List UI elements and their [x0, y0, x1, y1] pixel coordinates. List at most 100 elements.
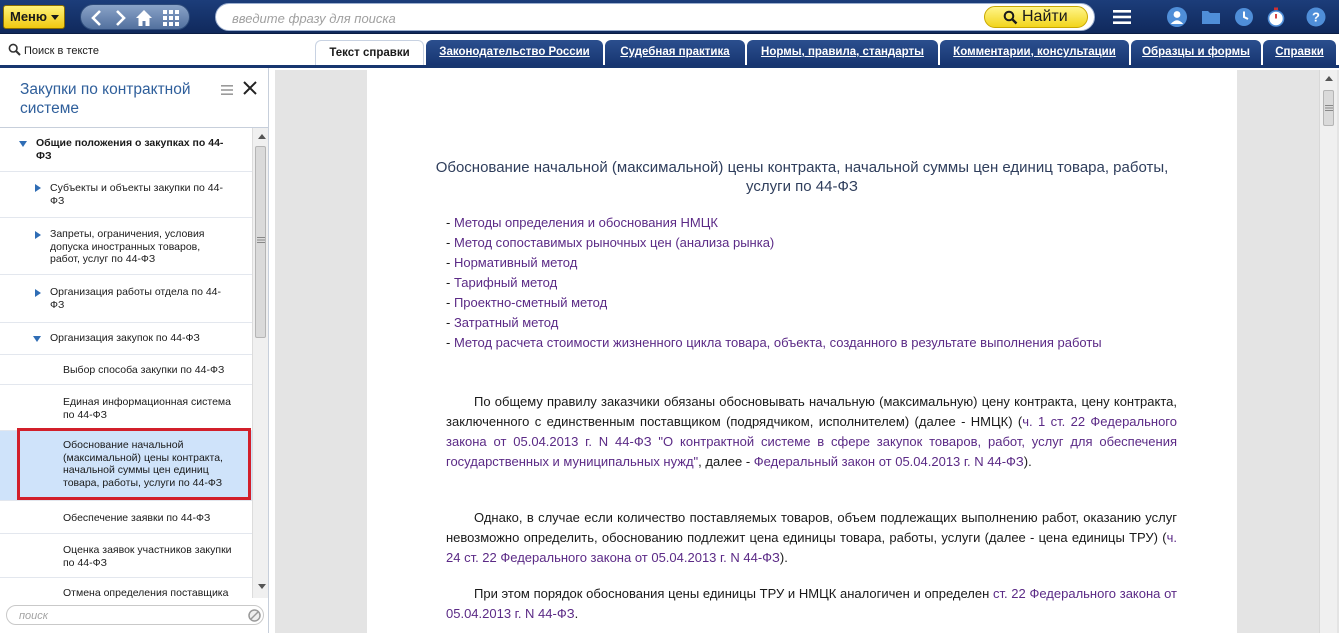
list-item: - Метод сопоставимых рыночных цен (анали… — [446, 235, 775, 250]
document-title: Обоснование начальной (максимальной) цен… — [435, 159, 1169, 195]
sidebar-item-bid-evaluation[interactable]: Оценка заявок участников закупки по 44-Ф… — [0, 534, 252, 578]
home-icon[interactable] — [134, 8, 154, 28]
history-clock-icon[interactable] — [1233, 6, 1255, 28]
document-link[interactable]: Метод сопоставимых рыночных цен (анализа… — [454, 235, 774, 250]
list-item: - Проектно-сметный метод — [446, 295, 608, 310]
document-link[interactable]: Проектно-сметный метод — [454, 295, 607, 310]
find-button[interactable]: Найти — [984, 6, 1088, 28]
expanded-triangle-icon[interactable] — [33, 336, 41, 342]
search-box — [215, 3, 1095, 31]
sidebar-filter-box — [6, 605, 264, 625]
help-icon[interactable]: ? — [1305, 6, 1327, 28]
scroll-up-icon[interactable] — [258, 134, 266, 139]
document-link[interactable]: Методы определения и обоснования НМЦК — [454, 215, 718, 230]
forward-arrow-icon[interactable] — [110, 8, 130, 28]
tab-label: Комментарии, консультации — [953, 46, 1116, 58]
top-toolbar: Меню Найти — [0, 0, 1339, 34]
sidebar-tree: Общие положения о закупках по 44-ФЗ Субъ… — [0, 128, 252, 633]
tab-court-practice[interactable]: Судебная практика — [605, 40, 745, 66]
sidebar-item-label: Оценка заявок участников закупки по 44-Ф… — [63, 544, 232, 569]
sidebar-item-supplier-cancellation[interactable]: Отмена определения поставщика — [0, 578, 252, 608]
sidebar-item-label: Общие положения о закупках по 44-ФЗ — [36, 137, 224, 162]
sidebar: Закупки по контрактной системе Общие пол… — [0, 68, 269, 633]
sidebar-item-label: Обеспечение заявки по 44-ФЗ — [63, 512, 211, 524]
tab-label: Судебная практика — [620, 46, 730, 58]
tab-bar: Поиск в тексте Текст справки Законодател… — [0, 34, 1339, 66]
list-item: - Затратный метод — [446, 315, 559, 330]
tab-label: Текст справки — [329, 47, 410, 59]
expanded-triangle-icon[interactable] — [19, 141, 27, 147]
magnifier-icon — [8, 43, 21, 56]
grip-icon — [257, 237, 265, 243]
document-scrollbar[interactable] — [1319, 70, 1337, 633]
document-method-list: - Методы определения и обоснования НМЦК … — [446, 213, 1177, 353]
folder-icon[interactable] — [1200, 6, 1222, 28]
sidebar-item-bid-security[interactable]: Обеспечение заявки по 44-ФЗ — [0, 501, 252, 534]
sidebar-item-general-provisions[interactable]: Общие положения о закупках по 44-ФЗ — [0, 128, 252, 172]
document-paragraph: По общему правилу заказчики обязаны обос… — [446, 394, 1177, 469]
tab-samples-forms[interactable]: Образцы и формы — [1131, 40, 1261, 66]
clear-search-icon[interactable] — [248, 609, 261, 622]
hamburger-menu-icon[interactable] — [1111, 6, 1133, 28]
sidebar-item-label: Отмена определения поставщика — [63, 587, 229, 599]
sidebar-scrollbar[interactable] — [252, 128, 268, 598]
sidebar-item-label: Организация работы отдела по 44-ФЗ — [50, 286, 222, 311]
document-link[interactable]: Федеральный закон от 05.04.2013 г. N 44-… — [754, 454, 1024, 469]
document-area: Обоснование начальной (максимальной) цен… — [275, 70, 1339, 633]
scroll-up-icon[interactable] — [1325, 76, 1333, 81]
tab-comments-consultations[interactable]: Комментарии, консультации — [940, 40, 1129, 66]
document-page: Обоснование начальной (максимальной) цен… — [367, 70, 1237, 633]
sidebar-filter-input[interactable] — [19, 608, 219, 623]
tab-norms-standards[interactable]: Нормы, правила, стандарты — [747, 40, 938, 66]
sidebar-title: Закупки по контрактной системе — [20, 81, 191, 117]
list-menu-icon[interactable] — [221, 84, 233, 96]
tab-references[interactable]: Справки — [1263, 40, 1336, 66]
navigation-group — [80, 4, 190, 30]
magnifier-icon — [1003, 10, 1018, 25]
tab-help-text[interactable]: Текст справки — [315, 40, 424, 66]
collapsed-triangle-icon[interactable] — [35, 289, 41, 297]
sidebar-item-label: Выбор способа закупки по 44-ФЗ — [63, 364, 225, 376]
list-item: - Метод расчета стоимости жизненного цик… — [446, 335, 1102, 350]
list-item: - Тарифный метод — [446, 275, 558, 290]
document-paragraph: Однако, в случае если количество поставл… — [446, 510, 1177, 565]
search-in-text-link[interactable]: Поиск в тексте — [8, 43, 99, 57]
document-link[interactable]: Затратный метод — [454, 315, 558, 330]
sidebar-item-bans-restrictions[interactable]: Запреты, ограничения, условия допуска ин… — [0, 218, 252, 275]
tab-russian-legislation[interactable]: Законодательство России — [426, 40, 603, 66]
caret-down-icon — [51, 15, 59, 20]
stopwatch-icon[interactable] — [1265, 6, 1287, 28]
tab-label: Законодательство России — [439, 46, 590, 58]
search-input[interactable] — [232, 9, 972, 27]
menu-button-label: Меню — [10, 9, 48, 24]
grid-icon[interactable] — [161, 8, 181, 28]
highlight-frame — [17, 428, 251, 500]
list-item: - Нормативный метод — [446, 255, 578, 270]
back-arrow-icon[interactable] — [87, 8, 107, 28]
sidebar-item-label: Субъекты и объекты закупки по 44-ФЗ — [50, 182, 223, 207]
list-item: - Методы определения и обоснования НМЦК — [446, 215, 718, 230]
close-icon[interactable] — [242, 80, 258, 96]
user-profile-icon[interactable] — [1166, 6, 1188, 28]
tab-label: Справки — [1275, 46, 1324, 58]
svg-text:?: ? — [1312, 10, 1320, 25]
collapsed-triangle-icon[interactable] — [35, 184, 41, 192]
sidebar-item-subjects-objects[interactable]: Субъекты и объекты закупки по 44-ФЗ — [0, 172, 252, 218]
sidebar-item-label: Единая информационная система по 44-ФЗ — [63, 396, 231, 421]
tab-label: Нормы, правила, стандарты — [761, 46, 924, 58]
tab-label: Образцы и формы — [1142, 46, 1250, 58]
sidebar-item-method-choice[interactable]: Выбор способа закупки по 44-ФЗ — [0, 355, 252, 385]
sidebar-item-label: Запреты, ограничения, условия допуска ин… — [50, 228, 205, 265]
document-paragraph: При этом порядок обоснования цены единиц… — [446, 586, 1177, 621]
sidebar-item-unified-info-system[interactable]: Единая информационная система по 44-ФЗ — [0, 385, 252, 431]
document-link[interactable]: Нормативный метод — [454, 255, 577, 270]
document-link[interactable]: Тарифный метод — [454, 275, 557, 290]
search-in-text-label: Поиск в тексте — [24, 45, 99, 57]
sidebar-item-procurement-organization[interactable]: Организация закупок по 44-ФЗ — [0, 323, 252, 355]
collapsed-triangle-icon[interactable] — [35, 231, 41, 239]
grip-icon — [1325, 105, 1333, 111]
document-link[interactable]: Метод расчета стоимости жизненного цикла… — [454, 335, 1102, 350]
scroll-down-icon[interactable] — [258, 584, 266, 589]
menu-button[interactable]: Меню — [3, 5, 65, 29]
sidebar-item-department-work[interactable]: Организация работы отдела по 44-ФЗ — [0, 275, 252, 323]
